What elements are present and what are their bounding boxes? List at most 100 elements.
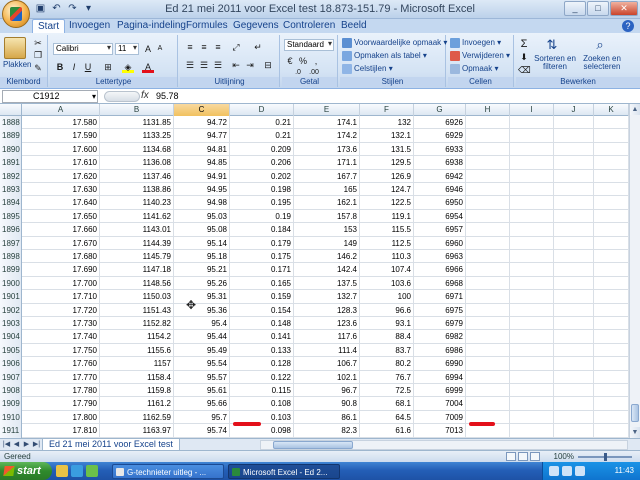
cell-a[interactable]: 17.690: [22, 263, 100, 277]
name-box[interactable]: C1912: [2, 90, 98, 103]
cell-e[interactable]: 86.1: [294, 410, 360, 425]
cell-g[interactable]: 6938: [414, 156, 466, 170]
cell-i[interactable]: [510, 290, 554, 304]
cell-c[interactable]: 94.77: [174, 129, 230, 143]
cell-f[interactable]: 93.1: [360, 317, 414, 331]
cell-i[interactable]: [510, 169, 554, 183]
cell-i[interactable]: [510, 129, 554, 143]
cell-g[interactable]: 7013: [414, 424, 466, 438]
cell-k[interactable]: [594, 196, 629, 210]
cell-a[interactable]: 17.780: [22, 384, 100, 398]
cell-b[interactable]: 1133.25: [100, 129, 174, 143]
cell-f[interactable]: 100: [360, 290, 414, 304]
cell-f[interactable]: 110.3: [360, 250, 414, 264]
row-header[interactable]: 1894: [0, 196, 22, 210]
row-header[interactable]: 1907: [0, 370, 22, 384]
cell-a[interactable]: 17.680: [22, 250, 100, 264]
cell-i[interactable]: [510, 183, 554, 197]
cell-h[interactable]: [466, 142, 510, 157]
cell-f[interactable]: 119.1: [360, 209, 414, 224]
cell-f[interactable]: 72.5: [360, 384, 414, 398]
cell-g[interactable]: 7009: [414, 410, 466, 425]
cell-f[interactable]: 88.4: [360, 330, 414, 344]
row-header[interactable]: 1897: [0, 236, 22, 250]
cell-e[interactable]: 123.6: [294, 317, 360, 331]
row-header[interactable]: 1911: [0, 424, 22, 438]
cell-d[interactable]: 0.179: [230, 236, 294, 250]
cell-b[interactable]: 1154.2: [100, 330, 174, 344]
cell-a[interactable]: 17.710: [22, 290, 100, 304]
tray-icon[interactable]: [549, 466, 559, 476]
cell-g[interactable]: 6933: [414, 142, 466, 157]
cell-c[interactable]: 95.66: [174, 397, 230, 411]
cell-f[interactable]: 76.7: [360, 370, 414, 384]
cell-k[interactable]: [594, 357, 629, 371]
tab-formules[interactable]: Formules: [181, 19, 233, 33]
cell-j[interactable]: [554, 129, 594, 143]
row-header[interactable]: 1904: [0, 330, 22, 344]
last-sheet-icon[interactable]: ▶|: [32, 440, 41, 450]
cell-c[interactable]: 95.21: [174, 263, 230, 277]
cell-b[interactable]: 1157: [100, 357, 174, 371]
cell-j[interactable]: [554, 410, 594, 425]
cell-g[interactable]: 6975: [414, 303, 466, 317]
cell-d[interactable]: 0.133: [230, 343, 294, 358]
cell-c[interactable]: 94.72: [174, 116, 230, 130]
cell-j[interactable]: [554, 384, 594, 398]
cell-k[interactable]: [594, 290, 629, 304]
row-header[interactable]: 1890: [0, 142, 22, 157]
cell-g[interactable]: 6986: [414, 343, 466, 358]
cell-g[interactable]: 6994: [414, 370, 466, 384]
cell-a[interactable]: 17.650: [22, 209, 100, 224]
cell-a[interactable]: 17.770: [22, 370, 100, 384]
cell-g[interactable]: 6954: [414, 209, 466, 224]
cell-k[interactable]: [594, 276, 629, 291]
cell-j[interactable]: [554, 370, 594, 384]
delete-cells-button[interactable]: Verwijderen ▾: [450, 51, 510, 61]
paste-icon[interactable]: [4, 37, 26, 59]
underline-button[interactable]: U: [82, 61, 94, 73]
cell-j[interactable]: [554, 343, 594, 358]
cell-h[interactable]: [466, 384, 510, 398]
align-left-icon[interactable]: ☰: [184, 59, 196, 71]
column-header-c[interactable]: C: [174, 104, 230, 116]
cell-h[interactable]: [466, 330, 510, 344]
cell-b[interactable]: 1162.59: [100, 410, 174, 425]
cell-h[interactable]: [466, 156, 510, 170]
font-size-combo[interactable]: 11: [115, 43, 139, 55]
insert-function-icon[interactable]: fx: [141, 90, 149, 101]
cell-a[interactable]: 17.730: [22, 317, 100, 331]
cell-e[interactable]: 90.8: [294, 397, 360, 411]
cell-b[interactable]: 1152.82: [100, 317, 174, 331]
cell-d[interactable]: 0.148: [230, 317, 294, 331]
cell-a[interactable]: 17.800: [22, 410, 100, 425]
cell-i[interactable]: [510, 142, 554, 157]
cell-e[interactable]: 153: [294, 223, 360, 237]
cell-d[interactable]: 0.171: [230, 263, 294, 277]
worksheet-grid[interactable]: 1888 17.580 1131.85 94.72 0.21 174.1 132 6926 18…: [0, 116, 629, 438]
formula-input[interactable]: 95.78: [156, 90, 179, 103]
cell-i[interactable]: [510, 116, 554, 130]
cell-d[interactable]: 0.115: [230, 384, 294, 398]
column-header-k[interactable]: K: [594, 104, 629, 116]
page-layout-view-icon[interactable]: [518, 452, 528, 461]
cell-i[interactable]: [510, 370, 554, 384]
cell-f[interactable]: 83.7: [360, 343, 414, 358]
cell-k[interactable]: [594, 129, 629, 143]
cell-d[interactable]: 0.21: [230, 116, 294, 130]
cell-a[interactable]: 17.590: [22, 129, 100, 143]
cell-h[interactable]: [466, 276, 510, 291]
cell-a[interactable]: 17.670: [22, 236, 100, 250]
cell-c[interactable]: 95.31: [174, 290, 230, 304]
row-header[interactable]: 1892: [0, 169, 22, 183]
cell-d[interactable]: 0.128: [230, 357, 294, 371]
cell-g[interactable]: 6957: [414, 223, 466, 237]
conditional-formatting-button[interactable]: Voorwaardelijke opmaak ▾: [342, 38, 447, 48]
cell-g[interactable]: 6982: [414, 330, 466, 344]
cell-i[interactable]: [510, 303, 554, 317]
cell-i[interactable]: [510, 250, 554, 264]
cell-e[interactable]: 106.7: [294, 357, 360, 371]
cell-f[interactable]: 68.1: [360, 397, 414, 411]
cell-a[interactable]: 17.700: [22, 276, 100, 291]
cell-h[interactable]: [466, 250, 510, 264]
